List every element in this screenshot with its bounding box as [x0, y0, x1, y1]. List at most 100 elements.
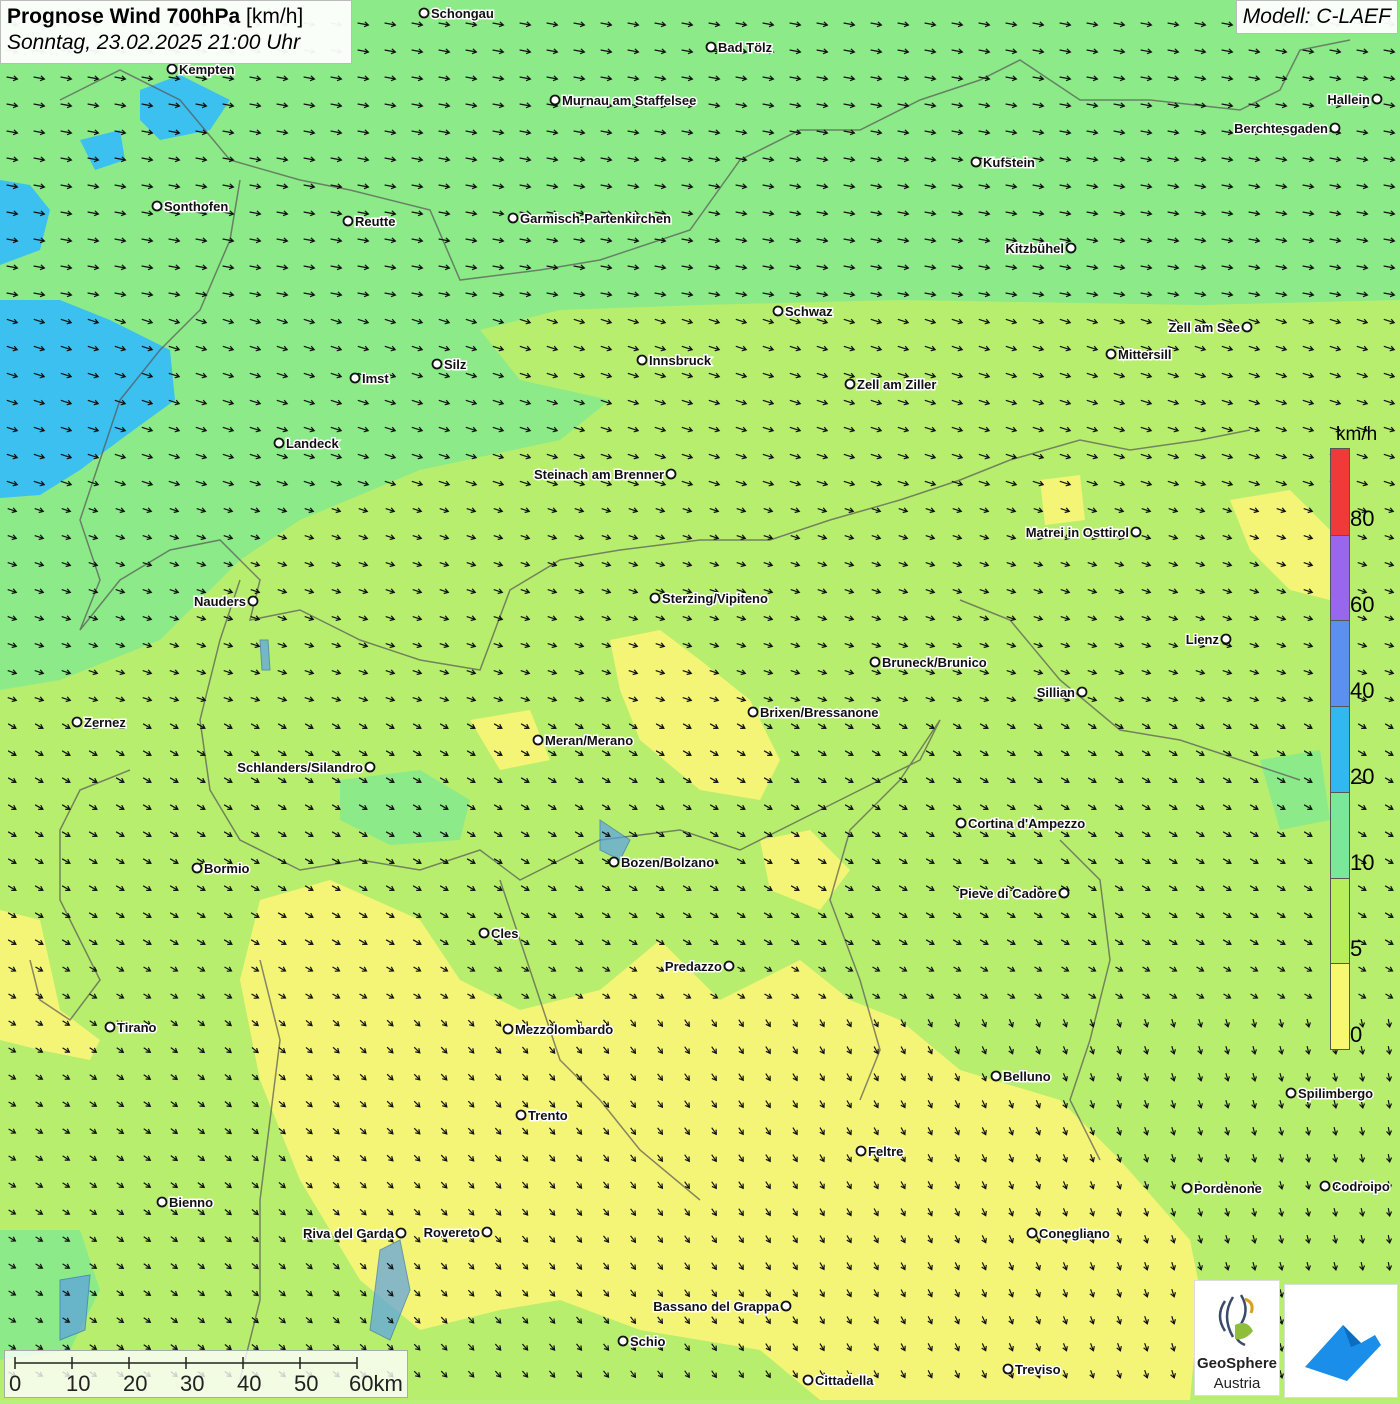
city-label: Innsbruck [649, 353, 712, 368]
city-marker [104, 1021, 116, 1033]
legend-colorbar [1330, 448, 1350, 1050]
geosphere-line2: Austria [1213, 1375, 1261, 1392]
city-label: Garmisch-Partenkirchen [520, 211, 671, 226]
wind-map: Schongau Bad Tölz Kempten Murnau am Staffel… [0, 0, 1400, 1400]
city-marker [1319, 1180, 1331, 1192]
legend-band [1331, 791, 1349, 878]
city-label: Zell am See [1168, 320, 1240, 335]
scale-label: 0 [9, 1371, 21, 1396]
city-label: Steinach am Brenner [534, 467, 664, 482]
city-label: Kempten [179, 62, 235, 77]
city-marker [970, 156, 982, 168]
city-marker [502, 1023, 514, 1035]
scale-label: 60km [349, 1371, 403, 1396]
city-marker [151, 200, 163, 212]
city-marker [166, 63, 178, 75]
city-marker [780, 1300, 792, 1312]
city-label: Sonthofen [164, 199, 228, 214]
legend-tick-label: 20 [1350, 764, 1375, 789]
city-marker [869, 656, 881, 668]
city-marker [507, 212, 519, 224]
city-label: Predazzo [665, 959, 722, 974]
legend-unit: km/h [1336, 424, 1378, 445]
city-marker [844, 378, 856, 390]
legend-band [1331, 877, 1349, 964]
model-label: Modell: C-LAEF [1235, 0, 1398, 34]
city-label: Imst [362, 371, 389, 386]
legend-tick-label: 80 [1350, 506, 1375, 531]
city-marker [1241, 321, 1253, 333]
scale-label: 10 [66, 1371, 90, 1396]
city-marker [723, 960, 735, 972]
map-unit: [km/h] [246, 5, 304, 28]
legend-tick-label: 0 [1350, 1022, 1363, 1047]
city-marker [1220, 633, 1232, 645]
city-marker [990, 1070, 1002, 1082]
city-label: Zell am Ziller [857, 377, 936, 392]
scale-bar: 0 10 20 30 40 50 60km [4, 1350, 408, 1398]
city-label: Bozen/Bolzano [621, 855, 714, 870]
city-label: Murnau am Staffelsee [562, 93, 696, 108]
city-marker [1105, 348, 1117, 360]
city-marker [481, 1226, 493, 1238]
city-marker [515, 1109, 527, 1121]
city-label: Schwaz [785, 304, 833, 319]
scale-bar-graphic: 0 10 20 30 40 50 60km [9, 1357, 403, 1396]
map-title: Prognose Wind 700hPa [7, 5, 241, 28]
city-label: Kitzbühel [1006, 241, 1065, 256]
legend-tick-label: 10 [1350, 850, 1375, 875]
city-label: Mittersill [1118, 347, 1171, 362]
bird-icon [1305, 1325, 1381, 1381]
city-marker [532, 734, 544, 746]
title-box: Prognose Wind 700hPa [km/h] Sonntag, 23.… [0, 0, 352, 64]
city-label: Lienz [1186, 632, 1220, 647]
city-label: Cortina d'Ampezzo [968, 816, 1085, 831]
weather-app-logo [1284, 1284, 1398, 1398]
geosphere-line1: GeoSphere [1196, 1355, 1278, 1372]
scale-label: 40 [237, 1371, 261, 1396]
city-label: Kufstein [983, 155, 1035, 170]
city-marker [608, 856, 620, 868]
city-label: Rovereto [424, 1225, 480, 1240]
city-label: Bad Tölz [718, 40, 773, 55]
city-marker [802, 1374, 814, 1386]
city-label: Berchtesgaden [1234, 121, 1328, 136]
legend-tick-label: 60 [1350, 592, 1375, 617]
city-marker [1065, 242, 1077, 254]
city-label: Conegliano [1039, 1226, 1110, 1241]
city-marker [747, 706, 759, 718]
city-marker [1002, 1363, 1014, 1375]
city-label: Cittadella [815, 1373, 874, 1388]
city-label: Riva del Garda [303, 1226, 395, 1241]
city-marker [342, 215, 354, 227]
city-marker [395, 1227, 407, 1239]
legend-band [1331, 963, 1349, 1049]
city-marker [418, 7, 430, 19]
city-label: Codroipo [1332, 1179, 1390, 1194]
city-label: Spilimbergo [1298, 1086, 1373, 1101]
city-marker [1329, 122, 1341, 134]
legend-tick-label: 40 [1350, 678, 1375, 703]
city-marker [1058, 887, 1070, 899]
legend-band [1331, 534, 1349, 621]
city-label: Brixen/Bressanone [760, 705, 879, 720]
city-marker [1371, 93, 1383, 105]
city-label: Pordenone [1194, 1181, 1262, 1196]
city-label: Nauders [194, 594, 246, 609]
city-marker [549, 94, 561, 106]
scale-label: 20 [123, 1371, 147, 1396]
city-label: Tirano [117, 1020, 157, 1035]
city-label: Pieve di Cadore [959, 886, 1057, 901]
city-marker [1026, 1227, 1038, 1239]
legend-band [1331, 449, 1349, 535]
city-label: Meran/Merano [545, 733, 633, 748]
city-marker [665, 468, 677, 480]
city-label: Schio [630, 1334, 665, 1349]
city-marker [349, 372, 361, 384]
legend-band [1331, 620, 1349, 707]
geosphere-logo: GeoSphere Austria [1194, 1280, 1280, 1396]
city-label: Bormio [204, 861, 250, 876]
city-marker [247, 595, 259, 607]
scale-label: 50 [294, 1371, 318, 1396]
city-marker [955, 817, 967, 829]
